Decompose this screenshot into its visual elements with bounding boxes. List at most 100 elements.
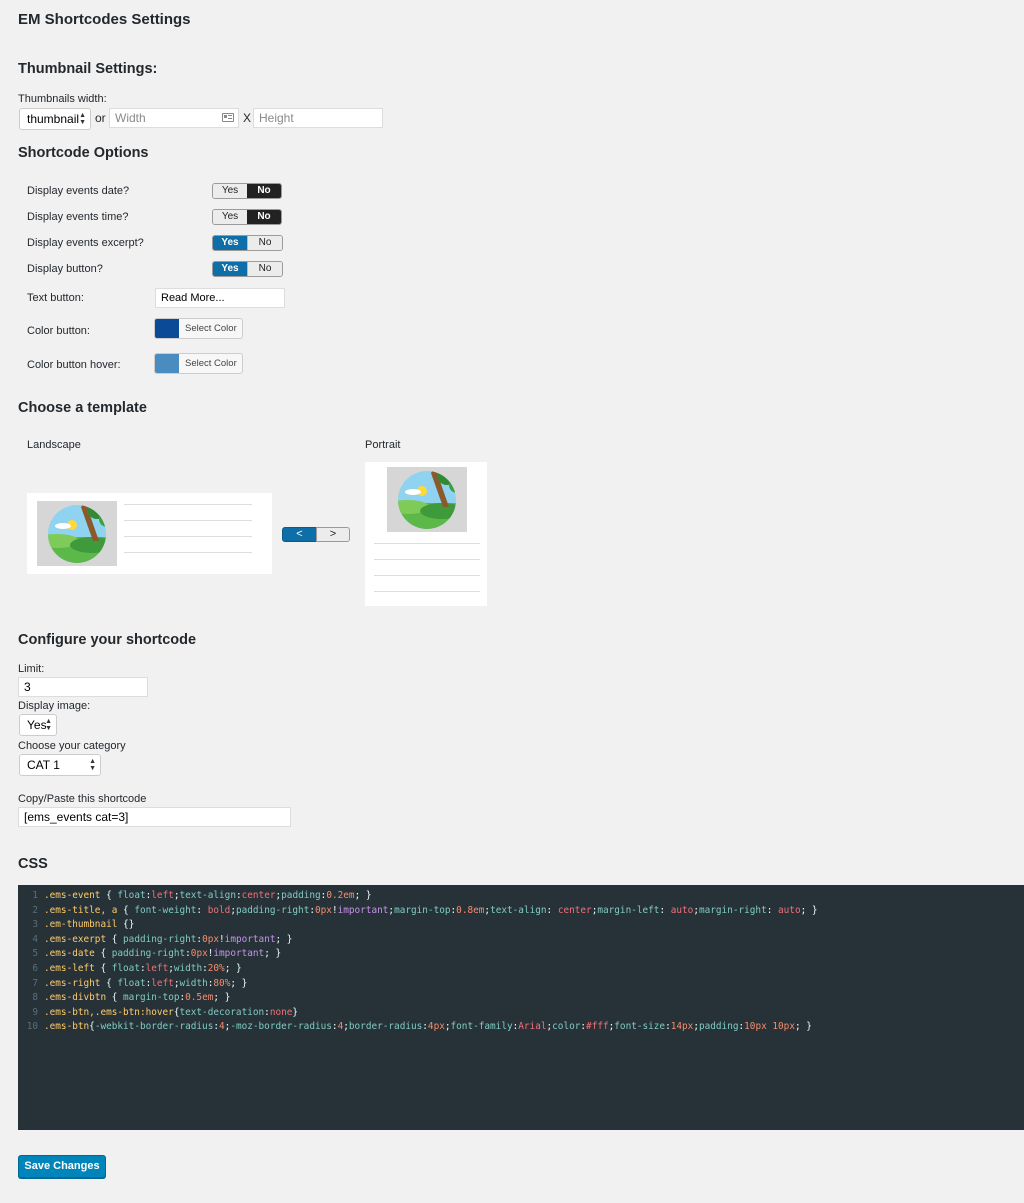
code-text: .ems-title, a { font-weight: bold;paddin… [44,904,818,916]
code-line: 3 .em-thumbnail {} [18,918,134,932]
code-line: 5 .ems-date { padding-right:0px!important… [18,947,281,961]
portrait-image-icon [387,467,467,532]
category-select[interactable]: CAT 1 ▲ ▼ [19,754,101,776]
category-value: CAT 1 [27,758,60,772]
toggle-no[interactable]: No [247,262,282,276]
or-text: or [95,111,106,125]
code-line: 6 .ems-left { float:left;width:20%; } [18,962,242,976]
toggle-yes[interactable]: Yes [213,210,247,224]
code-text: .ems-btn{-webkit-border-radius:4;-moz-bo… [44,1021,812,1033]
text-line [374,591,480,592]
css-code-editor[interactable]: 1 .ems-event { float:left;text-align:cent… [18,885,1024,1130]
x-separator: X [243,111,252,125]
toggle-display-button[interactable]: Yes No [212,261,283,277]
text-button-input[interactable]: Read More... [155,288,285,308]
text-line [124,552,252,553]
thumbnails-width-label: Thumbnails width: [18,93,107,105]
color-button-picker[interactable]: Select Color [154,318,243,339]
display-image-label: Display image: [18,700,91,712]
toggle-events-time[interactable]: Yes No [212,209,282,225]
code-line: 8 .ems-divbtn { margin-top:0.5em; } [18,991,230,1005]
code-line: 9 .ems-btn,.ems-btn:hover{text-decoration… [18,1006,298,1020]
option-label-events-date: Display events date? [27,185,130,197]
line-number: 8 [32,992,38,1004]
text-line [124,520,252,521]
limit-label: Limit: [18,663,45,675]
line-number: 10 [26,1021,38,1033]
height-placeholder: Height [259,111,294,125]
code-line: 10 .ems-btn{-webkit-border-radius:4;-moz-… [18,1020,812,1034]
width-placeholder: Width [115,111,146,125]
option-label-display-button: Display button? [27,263,103,275]
code-line: 4 .ems-exerpt { padding-right:0px!importa… [18,933,292,947]
thumbnail-size-value: thumbnail [27,112,80,126]
code-line: 1 .ems-event { float:left;text-align:cent… [18,889,372,903]
template-next-button[interactable]: > [316,527,350,542]
template-prev-button[interactable]: < [282,527,317,542]
code-line: 2 .ems-title, a { font-weight: bold;paddi… [18,904,818,918]
thumbnail-height-input[interactable]: Height [253,108,383,128]
shortcode-output-field[interactable]: [ems_events cat=3] [18,807,291,827]
toggle-no[interactable]: No [247,184,281,198]
landscape-template-preview[interactable] [27,493,272,574]
code-text: .em-thumbnail {} [44,919,135,931]
option-label-events-time: Display events time? [27,211,129,223]
code-text: .ems-btn,.ems-btn:hover{text-decoration:… [44,1006,299,1018]
code-text: .ems-divbtn { margin-top:0.5em; } [44,992,231,1004]
configure-shortcode-heading: Configure your shortcode [18,632,197,648]
text-line [374,559,480,560]
choose-template-heading: Choose a template [18,400,147,416]
toggle-yes[interactable]: Yes [213,184,247,198]
toggle-yes[interactable]: Yes [213,262,247,276]
toggle-no[interactable]: No [247,210,281,224]
contact-card-icon [222,113,234,122]
select-arrows-icon: ▲ ▼ [45,718,52,732]
code-text: .ems-exerpt { padding-right:0px!importan… [44,933,293,945]
line-number: 9 [32,1006,38,1018]
thumbnail-size-select[interactable]: thumbnail ▲ ▼ [19,108,91,130]
thumbnail-width-input[interactable]: Width [109,108,239,128]
line-number: 7 [32,977,38,989]
portrait-label: Portrait [365,439,401,451]
option-label-events-excerpt: Display events excerpt? [27,237,144,249]
toggle-yes[interactable]: Yes [213,236,247,250]
line-number: 5 [32,948,38,960]
code-text: .ems-event { float:left;text-align:cente… [44,890,372,901]
line-number: 2 [32,904,38,916]
toggle-events-excerpt[interactable]: Yes No [212,235,283,251]
display-image-select[interactable]: Yes ▲ ▼ [19,714,57,736]
color-swatch [155,354,179,373]
copy-shortcode-label: Copy/Paste this shortcode [18,793,147,805]
css-heading: CSS [18,856,48,872]
code-text: .ems-left { float:left;width:20%; } [44,963,242,974]
text-line [374,543,480,544]
toggle-no[interactable]: No [247,236,282,250]
save-changes-button[interactable]: Save Changes [18,1155,106,1178]
select-color-label: Select Color [185,323,237,334]
page-title: EM Shortcodes Settings [18,11,191,28]
line-number: 6 [32,963,38,974]
toggle-events-date[interactable]: Yes No [212,183,282,199]
line-number: 3 [32,919,38,931]
line-number: 4 [32,933,38,945]
select-arrows-icon: ▲ ▼ [79,112,86,126]
text-line [374,575,480,576]
code-text: .ems-right { float:left;width:80%; } [44,977,248,989]
select-color-label: Select Color [185,358,237,369]
landscape-image-icon [37,501,117,566]
landscape-label: Landscape [27,439,81,451]
shortcode-options-heading: Shortcode Options [18,145,149,161]
text-line [124,504,252,505]
line-number: 1 [32,890,38,901]
text-button-label: Text button: [27,292,84,304]
text-line [124,536,252,537]
thumbnail-settings-heading: Thumbnail Settings: [18,61,158,77]
code-text: .ems-date { padding-right:0px!important;… [44,948,282,960]
color-button-hover-picker[interactable]: Select Color [154,353,243,374]
select-arrows-icon: ▲ ▼ [89,758,96,772]
limit-input[interactable]: 3 [18,677,148,697]
color-button-label: Color button: [27,325,90,337]
category-label: Choose your category [18,740,126,752]
portrait-template-preview[interactable] [365,462,487,606]
color-swatch [155,319,179,338]
